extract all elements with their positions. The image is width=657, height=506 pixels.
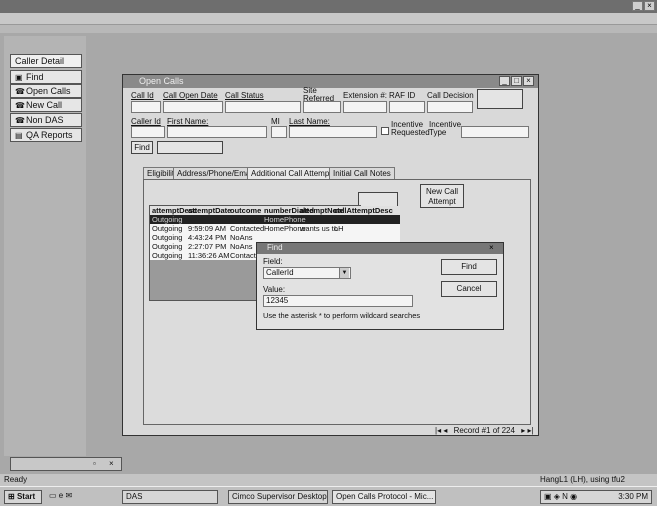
field-select[interactable]: CallerId ▼ — [263, 267, 351, 279]
clock: 3:30 PM — [618, 492, 648, 501]
first-name-label: First Name: — [167, 117, 209, 126]
find-button[interactable]: Find — [131, 141, 153, 154]
status-bar: Ready HangL1 (LH), using tfu2 — [0, 474, 657, 486]
outlook-icon[interactable]: ✉ — [65, 491, 72, 500]
call-open-date-field[interactable] — [163, 101, 223, 113]
call-id-label: Call Id — [131, 91, 154, 100]
caller-id-field[interactable] — [131, 126, 165, 138]
caller-detail-tab[interactable]: Caller Detail — [10, 54, 82, 68]
phone-icon: ☎ — [15, 116, 25, 125]
taskbar: ⊞ Start ▭ e ✉ DAS Cimco Supervisor Deskt… — [0, 486, 657, 506]
last-name-field[interactable] — [289, 126, 377, 138]
system-tray: ▣ ◈ N ◉ 3:30 PM — [540, 490, 652, 504]
value-input[interactable]: 12345 — [263, 295, 413, 307]
call-decision-select[interactable] — [427, 101, 473, 113]
minimize-button[interactable]: _ — [499, 76, 510, 86]
taskbar-open-calls[interactable]: Open Calls Protocol - Mic... — [332, 490, 436, 504]
nav-non-das-button[interactable]: ☎Non DAS — [10, 113, 82, 127]
status-user: HangL1 (LH), using tfu2 — [540, 475, 625, 484]
menu-bar — [0, 13, 657, 25]
column-header[interactable]: attemptDate — [188, 206, 231, 215]
close-button[interactable]: × — [523, 76, 534, 86]
mi-label: MI — [271, 117, 280, 126]
table-row[interactable]: Outgoing 9:59:09 AM Contacted HomePhone … — [150, 224, 400, 233]
start-button[interactable]: ⊞ Start — [4, 490, 42, 504]
window-title: Open Calls — [139, 76, 184, 86]
last-record-button[interactable]: ▸| — [527, 426, 533, 435]
record-navigator: |◂ ◂ Record #1 of 224 ▸ ▸| — [435, 426, 534, 435]
table-row[interactable]: Outgoing 4:43:24 PM NoAns — [150, 233, 400, 242]
desktop-icon[interactable]: ▭ — [49, 491, 57, 500]
first-name-field[interactable] — [167, 126, 267, 138]
find-title: Find — [267, 243, 283, 252]
report-icon: ▤ — [15, 131, 23, 140]
extension-field[interactable] — [343, 101, 387, 113]
new-call-attempt-button[interactable]: New Call Attempt — [420, 184, 464, 208]
last-name-label: Last Name: — [289, 117, 330, 126]
caller-id-label: Caller Id — [131, 117, 161, 126]
app-titlebar: _ × — [0, 0, 657, 13]
close-button[interactable]: × — [644, 1, 655, 11]
quick-launch: ▭ e ✉ — [46, 490, 106, 504]
find-dialog: Find × Field: CallerId ▼ Value: 12345 Us… — [256, 242, 504, 330]
incentive-requested-checkbox[interactable] — [381, 127, 389, 135]
call-status-field[interactable] — [225, 101, 301, 113]
nav-qa-reports-button[interactable]: ▤ QA Reports — [10, 128, 82, 142]
prev-record-button[interactable]: ◂ — [443, 426, 447, 435]
call-id-field[interactable] — [131, 101, 161, 113]
raf-id-label: RAF ID — [389, 91, 416, 100]
find-titlebar: Find × — [257, 243, 503, 254]
nav-new-call-button[interactable]: ☎New Call — [10, 98, 82, 112]
close-icon[interactable]: × — [489, 243, 494, 252]
nav-open-calls-button[interactable]: ☎Open Calls — [10, 84, 82, 98]
incentive-type-select[interactable] — [461, 126, 529, 138]
raf-id-field[interactable] — [389, 101, 425, 113]
incentive-requested-label: Incentive Requested — [391, 120, 430, 137]
call-decision-label: Call Decision — [427, 91, 474, 100]
next-record-button[interactable]: ▸ — [521, 426, 525, 435]
ie-icon[interactable]: e — [59, 491, 63, 500]
table-row[interactable]: Outgoing HomePhone — [150, 215, 400, 224]
site-referred-field[interactable] — [303, 101, 341, 113]
minimize-button[interactable]: _ — [632, 1, 643, 11]
call-open-date-label: Call Open Date — [163, 91, 218, 100]
wildcard-hint: Use the asterisk * to perform wildcard s… — [263, 311, 421, 320]
phone-icon: ☎ — [15, 87, 25, 96]
find-submit-button[interactable]: Find — [441, 259, 497, 275]
record-position: Record #1 of 224 — [453, 426, 515, 435]
field-label: Field: — [263, 257, 283, 266]
nav-find-button[interactable]: ▣ Find — [10, 70, 82, 84]
value-label: Value: — [263, 285, 286, 294]
grid-header-row: attemptDesc attemptDate outcome numberDi… — [150, 206, 400, 215]
first-record-button[interactable]: |◂ — [435, 426, 441, 435]
close-icon[interactable]: × — [109, 459, 114, 468]
taskbar-das[interactable]: DAS — [122, 490, 218, 504]
binoculars-icon: ▣ — [15, 73, 23, 82]
call-status-label: Call Status — [225, 91, 264, 100]
minimized-window[interactable]: ▫ × — [10, 457, 122, 471]
equip-returned-button[interactable] — [157, 141, 223, 154]
windows-logo-icon: ⊞ — [8, 492, 15, 501]
save-button[interactable] — [477, 89, 523, 109]
chevron-down-icon[interactable]: ▼ — [339, 268, 349, 278]
tray-icons[interactable]: ▣ ◈ N ◉ — [544, 492, 577, 501]
left-nav-panel: Caller Detail ▣ Find ☎Open Calls ☎New Cal… — [4, 36, 86, 456]
taskbar-cimco-supervisor[interactable]: Cimco Supervisor Desktop — [228, 490, 328, 504]
column-header[interactable]: outcome — [230, 206, 261, 215]
restore-icon[interactable]: ▫ — [93, 459, 96, 468]
column-header[interactable]: callAttemptDesc — [334, 206, 393, 215]
incentive-type-label: Incentive Type — [429, 120, 462, 137]
extension-label: Extension #: — [343, 91, 388, 100]
maximize-button[interactable]: □ — [511, 76, 522, 86]
toolbar — [0, 25, 657, 33]
phone-icon: ☎ — [15, 101, 25, 110]
cancel-button[interactable]: Cancel — [441, 281, 497, 297]
status-text: Ready — [4, 475, 28, 484]
mi-field[interactable] — [271, 126, 287, 138]
